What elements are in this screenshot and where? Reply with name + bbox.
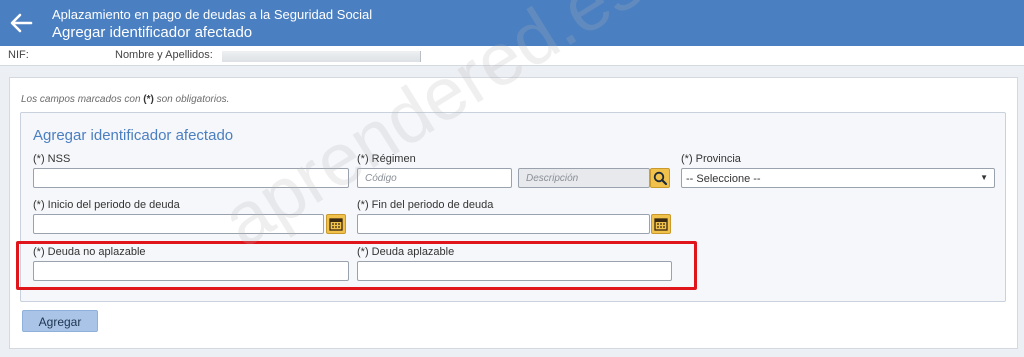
- arrow-left-icon[interactable]: [9, 12, 33, 34]
- search-regimen-button[interactable]: [650, 168, 670, 188]
- regimen-description-input: Descripción: [518, 168, 650, 188]
- regimen-code-input[interactable]: Código: [357, 168, 512, 188]
- nss-label: (*) NSS: [33, 153, 71, 165]
- provincia-selected-value: -- Seleccione --: [686, 173, 761, 185]
- provincia-label: (*) Provincia: [681, 153, 741, 165]
- info-bar: NIF: Nombre y Apellidos:: [0, 46, 1024, 66]
- search-icon: [653, 171, 668, 186]
- nss-input[interactable]: [33, 168, 349, 188]
- fin-periodo-input[interactable]: [357, 214, 650, 234]
- chevron-down-icon: ▼: [980, 173, 988, 182]
- page-subtitle: Agregar identificador afectado: [52, 24, 253, 41]
- fin-calendar-button[interactable]: [651, 214, 671, 234]
- highlight-box: [16, 241, 697, 290]
- fieldset-legend: Agregar identificador afectado: [33, 127, 234, 144]
- regimen-description-placeholder: Descripción: [526, 173, 579, 184]
- name-label: Nombre y Apellidos:: [115, 49, 213, 61]
- inicio-periodo-input[interactable]: [33, 214, 324, 234]
- add-button[interactable]: Agregar: [22, 310, 98, 332]
- calendar-icon: [654, 218, 668, 231]
- regimen-code-placeholder: Código: [365, 173, 397, 184]
- inicio-periodo-label: (*) Inicio del periodo de deuda: [33, 199, 180, 211]
- page-title: Aplazamiento en pago de deudas a la Segu…: [52, 7, 373, 22]
- fin-periodo-label: (*) Fin del periodo de deuda: [357, 199, 494, 211]
- nif-label: NIF:: [8, 49, 29, 61]
- redacted-name: [222, 51, 421, 62]
- form-card: Los campos marcados con (*) son obligato…: [9, 77, 1018, 349]
- regimen-label: (*) Régimen: [357, 153, 416, 165]
- inicio-calendar-button[interactable]: [326, 214, 346, 234]
- app-header: Aplazamiento en pago de deudas a la Segu…: [0, 0, 1024, 46]
- required-note: Los campos marcados con (*) son obligato…: [21, 94, 230, 105]
- calendar-icon: [329, 218, 343, 231]
- provincia-select[interactable]: -- Seleccione -- ▼: [681, 168, 995, 188]
